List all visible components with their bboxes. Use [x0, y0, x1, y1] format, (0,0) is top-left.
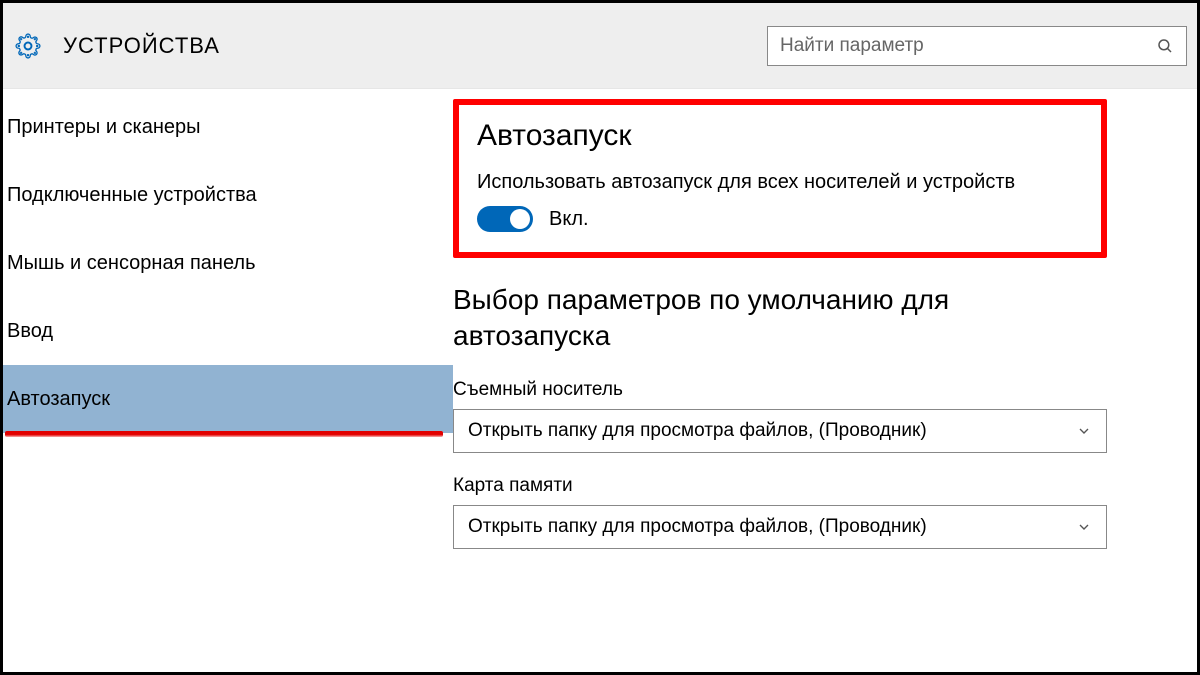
- content-pane: Автозапуск Использовать автозапуск для в…: [453, 89, 1197, 672]
- sidebar-item-connected-devices[interactable]: Подключенные устройства: [3, 161, 453, 229]
- sidebar-item-label: Ввод: [7, 320, 53, 343]
- toggle-knob: [510, 209, 530, 229]
- sidebar-item-mouse-touchpad[interactable]: Мышь и сенсорная панель: [3, 229, 453, 297]
- field-removable-drive: Съемный носитель Открыть папку для просм…: [453, 379, 1107, 453]
- search-box[interactable]: [767, 26, 1187, 66]
- dropdown-removable-drive[interactable]: Открыть папку для просмотра файлов, (Про…: [453, 409, 1107, 453]
- sidebar-item-label: Принтеры и сканеры: [7, 116, 201, 139]
- chevron-down-icon: [1076, 423, 1092, 439]
- sidebar-item-typing[interactable]: Ввод: [3, 297, 453, 365]
- header-bar: УСТРОЙСТВА: [3, 3, 1197, 89]
- sidebar-item-label: Мышь и сенсорная панель: [7, 252, 256, 275]
- search-icon: [1156, 37, 1174, 55]
- field-label: Съемный носитель: [453, 379, 1107, 401]
- sidebar-item-label: Подключенные устройства: [7, 184, 257, 207]
- dropdown-value: Открыть папку для просмотра файлов, (Про…: [468, 516, 927, 538]
- dropdown-memory-card[interactable]: Открыть папку для просмотра файлов, (Про…: [453, 505, 1107, 549]
- sidebar-item-autoplay[interactable]: Автозапуск: [3, 365, 453, 433]
- gear-icon: [15, 33, 41, 59]
- field-label: Карта памяти: [453, 475, 1107, 497]
- section-title-defaults: Выбор параметров по умолчанию для автоза…: [453, 282, 1107, 355]
- autoplay-toggle-description: Использовать автозапуск для всех носител…: [477, 171, 1083, 194]
- dropdown-value: Открыть папку для просмотра файлов, (Про…: [468, 420, 927, 442]
- field-memory-card: Карта памяти Открыть папку для просмотра…: [453, 475, 1107, 549]
- autoplay-toggle-row: Вкл.: [477, 206, 1083, 232]
- sidebar: Принтеры и сканеры Подключенные устройст…: [3, 89, 453, 672]
- annotation-highlight-box: Автозапуск Использовать автозапуск для в…: [453, 99, 1107, 258]
- sidebar-item-printers[interactable]: Принтеры и сканеры: [3, 93, 453, 161]
- section-title-autoplay: Автозапуск: [477, 119, 1083, 153]
- annotation-underline: [5, 431, 443, 437]
- search-input[interactable]: [780, 35, 1156, 57]
- sidebar-item-label: Автозапуск: [7, 388, 110, 411]
- page-title: УСТРОЙСТВА: [63, 33, 767, 59]
- chevron-down-icon: [1076, 519, 1092, 535]
- autoplay-toggle[interactable]: [477, 206, 533, 232]
- autoplay-toggle-state-label: Вкл.: [549, 208, 589, 231]
